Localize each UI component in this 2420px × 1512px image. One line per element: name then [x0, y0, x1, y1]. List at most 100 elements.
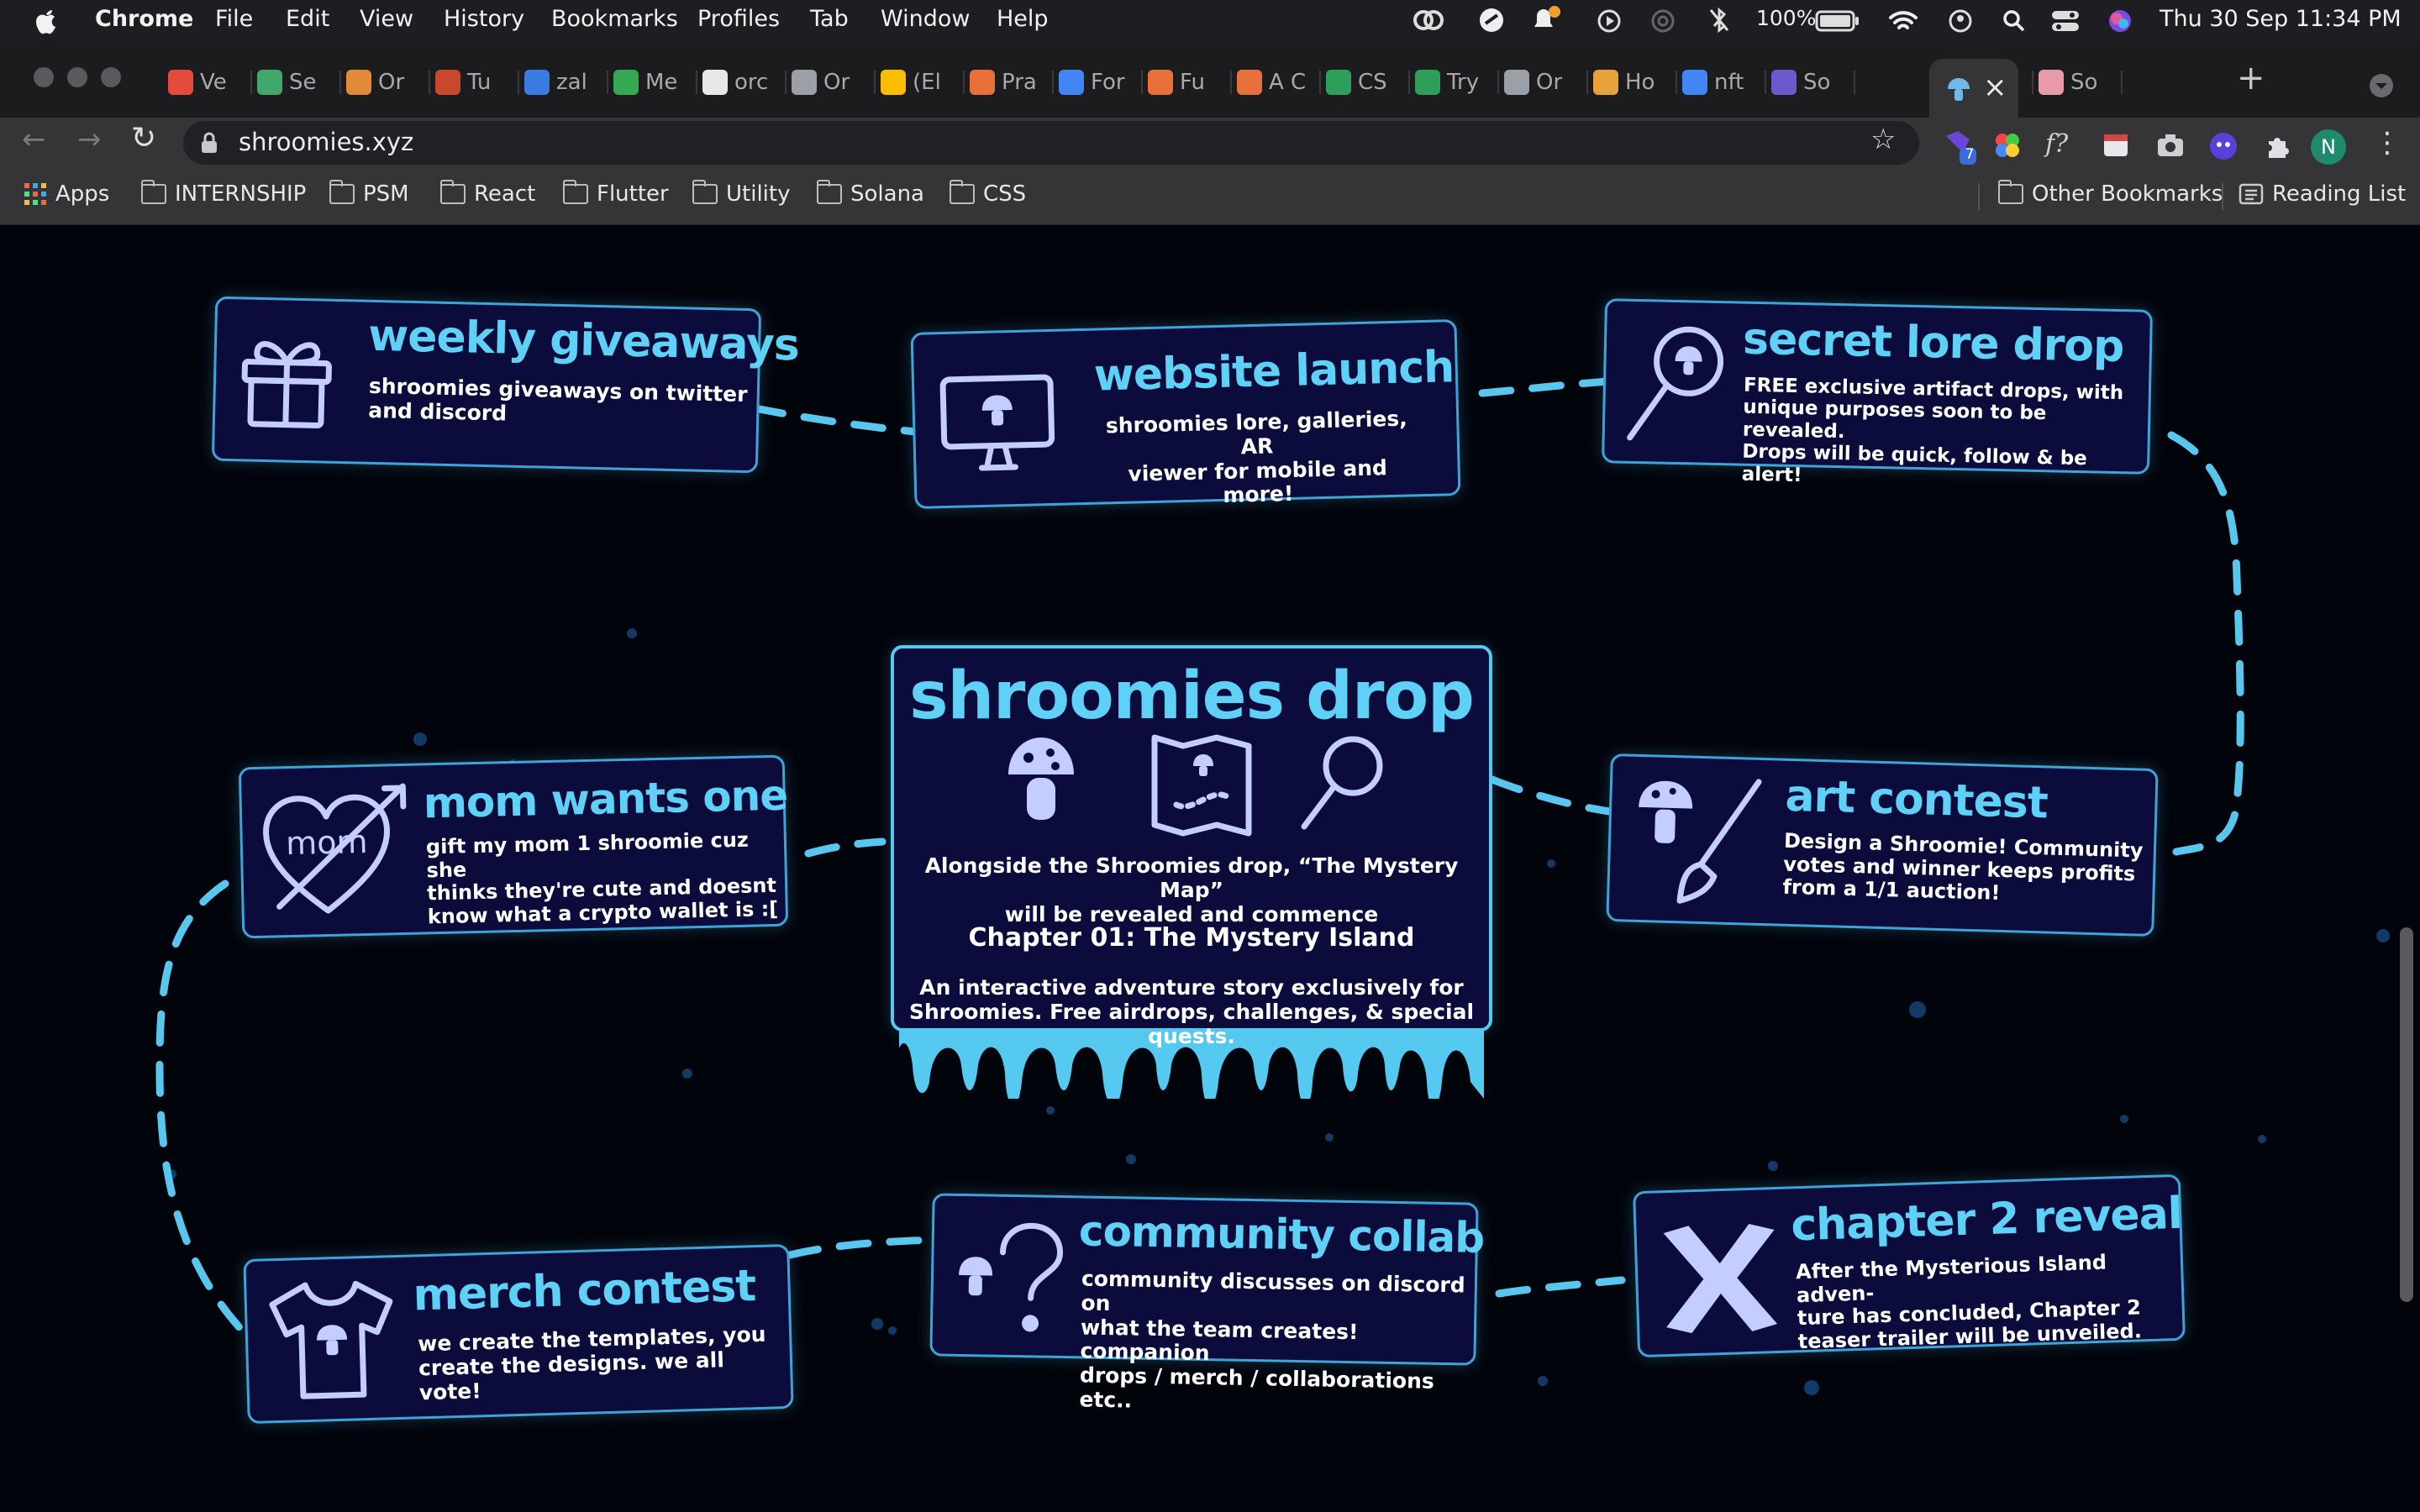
bookmark-folder-label: Solana [850, 181, 924, 207]
reading-list-button[interactable]: Reading List [2238, 181, 2406, 207]
notification-bell-icon[interactable] [1529, 5, 1563, 34]
card-description-line: Drops will be quick, follow & be alert! [1741, 440, 2088, 486]
browser-tab[interactable]: Fu [1148, 60, 1225, 104]
card-description: shroomies lore, galleries, AR viewer for … [1105, 407, 1410, 512]
apple-icon[interactable] [34, 7, 59, 35]
page-scrollbar-thumb[interactable] [2400, 927, 2413, 1302]
macos-menu-bar: Chrome File Edit View History Bookmarks … [0, 0, 2420, 40]
browser-tab[interactable]: Ho [1593, 60, 1670, 104]
status-app-icon[interactable] [1477, 7, 1506, 34]
browser-tab[interactable]: zal [524, 60, 602, 104]
browser-tab[interactable]: Or [346, 60, 424, 104]
menu-file[interactable]: File [215, 6, 253, 32]
creative-cloud-icon[interactable] [1412, 7, 1445, 34]
bluetooth-off-icon[interactable] [1707, 7, 1731, 34]
browser-tab[interactable]: Or [792, 60, 869, 104]
browser-tab[interactable]: Me [613, 60, 691, 104]
browser-tab[interactable]: (El [881, 60, 958, 104]
maximize-window-button[interactable] [101, 67, 121, 87]
browser-tab[interactable]: Se [257, 60, 334, 104]
tab-search-icon[interactable] [2368, 72, 2395, 99]
bookmark-other-bookmarks[interactable]: Other Bookmarks [1998, 180, 2223, 207]
battery-icon[interactable] [1815, 10, 1860, 32]
menu-window[interactable]: Window [881, 6, 970, 32]
bookmark-apps[interactable]: Apps [24, 181, 109, 207]
tab-favicon-icon [435, 70, 460, 95]
browser-tab[interactable]: A C [1237, 60, 1314, 104]
active-tab[interactable]: × [1929, 59, 2018, 124]
menu-profiles[interactable]: Profiles [697, 6, 780, 32]
browser-tab[interactable]: orc [702, 60, 780, 104]
close-window-button[interactable] [34, 67, 54, 87]
ghost-extension-icon[interactable] [2208, 131, 2238, 161]
play-icon[interactable] [1597, 8, 1622, 34]
new-tab-button[interactable]: + [2237, 59, 2265, 97]
menu-edit[interactable]: Edit [286, 6, 329, 32]
tab-title: Fu [1180, 70, 1206, 95]
menu-tab[interactable]: Tab [810, 6, 849, 32]
back-button[interactable]: ← [22, 123, 46, 156]
tab-separator [607, 71, 608, 94]
browser-tab[interactable]: So [1771, 60, 1849, 104]
browser-tab[interactable]: Ve [168, 60, 245, 104]
bookmark-folder-psm[interactable]: PSM [329, 180, 409, 207]
bookmark-folder-css[interactable]: CSS [950, 180, 1026, 207]
user-account-icon[interactable] [1948, 8, 1973, 34]
control-center-icon[interactable] [2050, 8, 2081, 34]
menu-view[interactable]: View [360, 6, 413, 32]
chrome-menu-icon[interactable]: ⋮ [2373, 126, 2402, 160]
spotlight-search-icon[interactable] [2002, 8, 2027, 34]
color-picker-icon[interactable] [1993, 131, 2022, 160]
browser-tab-strip: Ve Se Or Tu zal Me orc Or (El Pra For Fu A C CS Try Or H… [0, 40, 2420, 128]
bookmark-folder-label: React [474, 181, 536, 207]
folder-icon [950, 180, 975, 204]
bookmark-folder-react[interactable]: React [440, 180, 536, 207]
close-tab-icon[interactable]: × [1983, 71, 2007, 104]
tab-title: Try [1447, 70, 1480, 95]
tab-title: (El [913, 70, 941, 95]
bookmark-folder-solana[interactable]: Solana [817, 180, 924, 207]
browser-tab[interactable]: Tu [435, 60, 513, 104]
folder-icon [141, 180, 166, 204]
bookmark-folder-utility[interactable]: Utility [692, 180, 791, 207]
menu-help[interactable]: Help [997, 6, 1049, 32]
browser-tab[interactable]: nft [1682, 60, 1760, 104]
formula-extension-icon[interactable]: f? [2045, 129, 2068, 159]
bookmarks-bar: Apps INTERNSHIP PSM React Flutter Utilit… [0, 168, 2420, 225]
bookmark-folder-internship[interactable]: INTERNSHIP [141, 180, 306, 207]
browser-tab[interactable]: For [1059, 60, 1136, 104]
tab-favicon-icon [346, 70, 371, 95]
minimize-window-button[interactable] [67, 67, 87, 87]
screenshot-camera-icon[interactable] [2156, 133, 2185, 158]
browser-tab[interactable]: Try [1415, 60, 1492, 104]
address-bar[interactable]: shroomies.xyz ☆ [183, 121, 1919, 165]
menu-history[interactable]: History [444, 6, 524, 32]
browser-tab[interactable]: So [2039, 60, 2116, 104]
card-title: website launch [1093, 342, 1455, 402]
tab-title: So [1803, 70, 1831, 95]
card-description-line: Shroomies. Free airdrops, challenges, & … [908, 999, 1475, 1048]
browser-tab[interactable]: Pra [970, 60, 1047, 104]
url-text[interactable]: shroomies.xyz [239, 128, 413, 156]
airdrop-icon[interactable] [1650, 8, 1676, 34]
lock-icon[interactable] [200, 131, 218, 155]
desktop-monitor-icon [939, 374, 1055, 471]
menu-bookmarks[interactable]: Bookmarks [551, 6, 678, 32]
tab-title: For [1091, 70, 1125, 95]
reload-button[interactable]: ↻ [131, 121, 156, 155]
browser-tab[interactable]: CS [1326, 60, 1403, 104]
bookmark-folder-label: Utility [726, 181, 791, 207]
tab-favicon-icon [1148, 70, 1173, 95]
bookmark-folder-flutter[interactable]: Flutter [563, 180, 669, 207]
bookmark-star-icon[interactable]: ☆ [1870, 123, 1896, 156]
tab-title: Se [289, 70, 317, 95]
tab-separator [2032, 71, 2033, 94]
extensions-puzzle-icon[interactable] [2264, 131, 2292, 160]
browser-tab[interactable]: Or [1504, 60, 1581, 104]
app-menu-chrome[interactable]: Chrome [95, 6, 193, 32]
profile-avatar[interactable]: N [2311, 129, 2346, 165]
forward-button[interactable]: → [77, 123, 102, 156]
siri-icon[interactable] [2107, 8, 2133, 34]
notes-extension-icon[interactable] [2102, 133, 2129, 158]
wifi-icon[interactable] [1887, 8, 1919, 34]
